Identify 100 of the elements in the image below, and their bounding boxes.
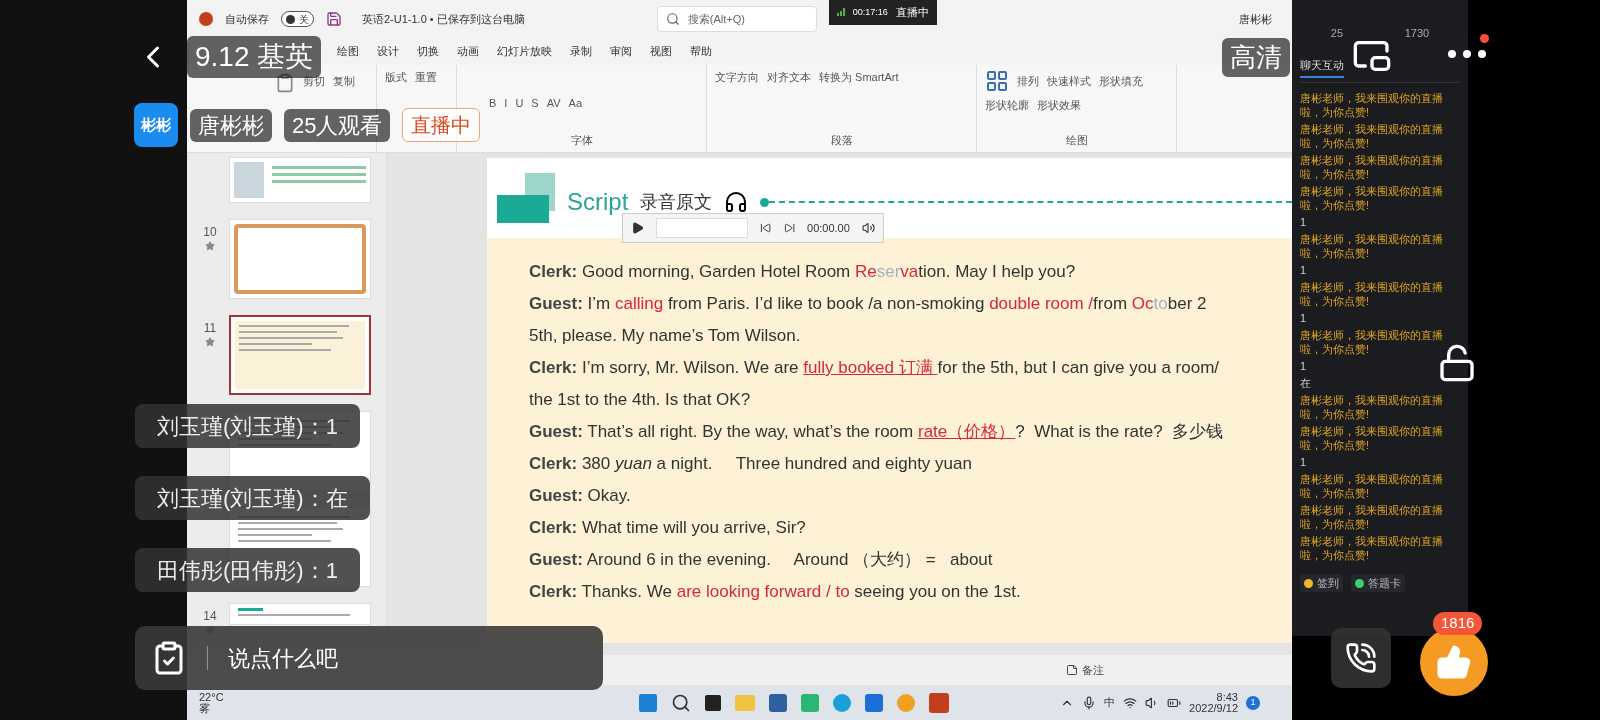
wifi-icon[interactable] (1123, 695, 1138, 710)
chat-message: 唐彬老师，我来围观你的直播啦，为你点赞! (1300, 153, 1444, 181)
recording-badge: 00:17:16 直播中 (828, 0, 937, 25)
chat-action-button[interactable]: 签到 (1300, 574, 1343, 592)
search-icon[interactable] (671, 692, 691, 713)
menu-tab[interactable]: 审阅 (610, 43, 632, 60)
menu-tab[interactable]: 设计 (377, 43, 399, 60)
app-icon[interactable] (865, 693, 883, 712)
ribbon-group-label: 绘图 (1064, 132, 1089, 148)
ribbon-command[interactable]: 形状轮廓 (985, 97, 1029, 114)
comment-toast: 刘玉瑾(刘玉瑾)：在 (135, 476, 370, 520)
slide-thumbnail[interactable] (229, 315, 371, 395)
comment-input-bar[interactable]: 说点什么吧 (135, 626, 603, 690)
script-line: Guest: Around 6 in the evening. Around （大约） = about (529, 549, 993, 571)
ribbon-command[interactable]: 转换为 SmartArt (819, 69, 899, 86)
shapes-icon[interactable] (985, 69, 1009, 93)
autosave-toggle[interactable]: 关 (281, 11, 314, 27)
ribbon-command[interactable]: 形状填充 (1099, 72, 1143, 90)
like-count-badge: 1816 (1433, 612, 1483, 635)
ribbon-command[interactable]: 重置 (415, 69, 437, 86)
notes-button[interactable]: 备注 (1066, 661, 1104, 679)
chat-message: 唐彬老师，我来围观你的直播啦，为你点赞! (1300, 184, 1444, 212)
file-name: 英语2-U1-1.0 • 已保存到这台电脑 (362, 11, 525, 27)
viewer-count: 25人观看 (284, 108, 391, 142)
chat-message: 1 (1300, 215, 1308, 229)
search-field[interactable]: 搜索(Alt+Q) (656, 6, 817, 32)
menu-tab[interactable]: 幻灯片放映 (497, 43, 552, 60)
clipboard-icon[interactable] (275, 73, 295, 93)
clock-time: 8:43 (1216, 691, 1238, 703)
script-line: Guest: Okay. (529, 485, 631, 507)
host-name: 唐彬彬 (190, 108, 272, 142)
audio-player[interactable]: 00:00.00 (622, 213, 884, 243)
play-icon[interactable] (631, 221, 645, 235)
menu-tab[interactable]: 录制 (570, 43, 592, 60)
ribbon-command[interactable]: AV (546, 95, 561, 112)
script-line: Clerk: What time will you arrive, Sir? (529, 517, 806, 539)
ribbon-command[interactable]: 快速样式 (1047, 72, 1091, 90)
ribbon-command[interactable]: 形状效果 (1037, 97, 1081, 114)
unlock-icon[interactable] (1437, 343, 1477, 383)
menu-tab[interactable]: 动画 (457, 43, 479, 60)
notification-badge[interactable]: 1 (1246, 695, 1260, 710)
rewind-icon[interactable] (760, 222, 772, 234)
chat-message: 唐彬老师，我来围观你的直播啦，为你点赞! (1300, 472, 1444, 500)
menu-tab[interactable]: 切换 (417, 43, 439, 60)
chat-message: 1 (1300, 263, 1308, 277)
user-name: 唐彬彬 (1239, 11, 1272, 27)
stat-count: 25 (1330, 26, 1344, 40)
star-icon (205, 241, 215, 251)
ribbon-command[interactable]: 对齐文本 (767, 69, 811, 86)
chat-message: 唐彬老师，我来围观你的直播啦，为你点赞! (1300, 534, 1444, 562)
ribbon-command[interactable]: 文字方向 (715, 69, 759, 86)
script-line: Clerk: Good morning, Garden Hotel Room Reservation. May I help you? (529, 261, 1076, 283)
chat-tab[interactable]: 聊天互动 (1300, 58, 1344, 78)
ribbon-command[interactable]: S (531, 95, 539, 112)
microphone-icon[interactable] (1082, 695, 1097, 710)
chat-message: 唐彬老师，我来围观你的直播啦，为你点赞! (1300, 503, 1444, 531)
slide-number: 10 (203, 224, 217, 241)
more-icon[interactable] (1448, 50, 1486, 58)
star-icon (205, 337, 215, 347)
chat-message: 1 (1300, 359, 1308, 373)
script-line: 5th, please. My name’s Tom Wilson. (529, 325, 801, 347)
headphones-icon (724, 190, 749, 214)
ribbon-command[interactable]: U (515, 95, 524, 112)
script-line: Guest: That’s all right. By the way, what’s the room rate（价格）? What is the rate? 多少钱 (529, 421, 1224, 443)
player-time: 00:00.00 (807, 220, 850, 236)
quality-button[interactable]: 高清 (1222, 38, 1290, 77)
ribbon-command[interactable]: I (504, 95, 508, 112)
app-logo-icon (199, 12, 213, 26)
slide-number: 14 (203, 608, 217, 625)
script-line: Guest: I’m calling from Paris. I’d like to book /a non-smoking double room /from October 2 (529, 293, 1207, 315)
slide-number: 11 (203, 320, 217, 337)
ribbon-command[interactable]: Aa (568, 95, 583, 112)
call-button[interactable] (1331, 628, 1391, 688)
chat-action-button[interactable]: 答题卡 (1351, 574, 1405, 592)
ribbon-command[interactable]: B (489, 95, 497, 112)
forward-icon[interactable] (783, 222, 795, 234)
phone-icon (1345, 642, 1377, 674)
start-icon[interactable] (639, 693, 657, 712)
weather-temperature: 22°C (199, 691, 225, 703)
comment-toast: 田伟彤(田伟彤)：1 (135, 548, 360, 592)
chat-message: 在 (1300, 376, 1312, 390)
input-method[interactable]: 中 (1104, 694, 1116, 711)
powerpoint-icon[interactable] (929, 692, 949, 713)
live-badge: 直播中 (402, 108, 481, 142)
chat-message: 唐彬老师，我来围观你的直播啦，为你点赞! (1300, 328, 1444, 356)
ribbon-command[interactable]: 复制 (333, 73, 355, 90)
script-line: Clerk: Thanks. We are looking forward / to seeing you on the 1st. (529, 581, 1021, 603)
menu-tab[interactable]: 绘图 (337, 43, 359, 60)
menu-tab[interactable]: 帮助 (690, 43, 712, 60)
ribbon-command[interactable]: 排列 (1017, 72, 1039, 90)
thumbs-up-icon (1436, 644, 1472, 680)
chat-message: 1 (1300, 455, 1308, 469)
task-view-icon[interactable] (705, 694, 721, 711)
store-icon[interactable] (769, 693, 787, 712)
menu-tab[interactable]: 视图 (650, 43, 672, 60)
volume-icon[interactable] (861, 221, 875, 235)
save-icon[interactable] (326, 11, 342, 27)
progress-track[interactable] (656, 218, 749, 238)
ribbon-command[interactable]: 版式 (385, 69, 407, 86)
script-line: Clerk: 380 yuan a night. Three hundred and eighty yuan (529, 453, 972, 475)
